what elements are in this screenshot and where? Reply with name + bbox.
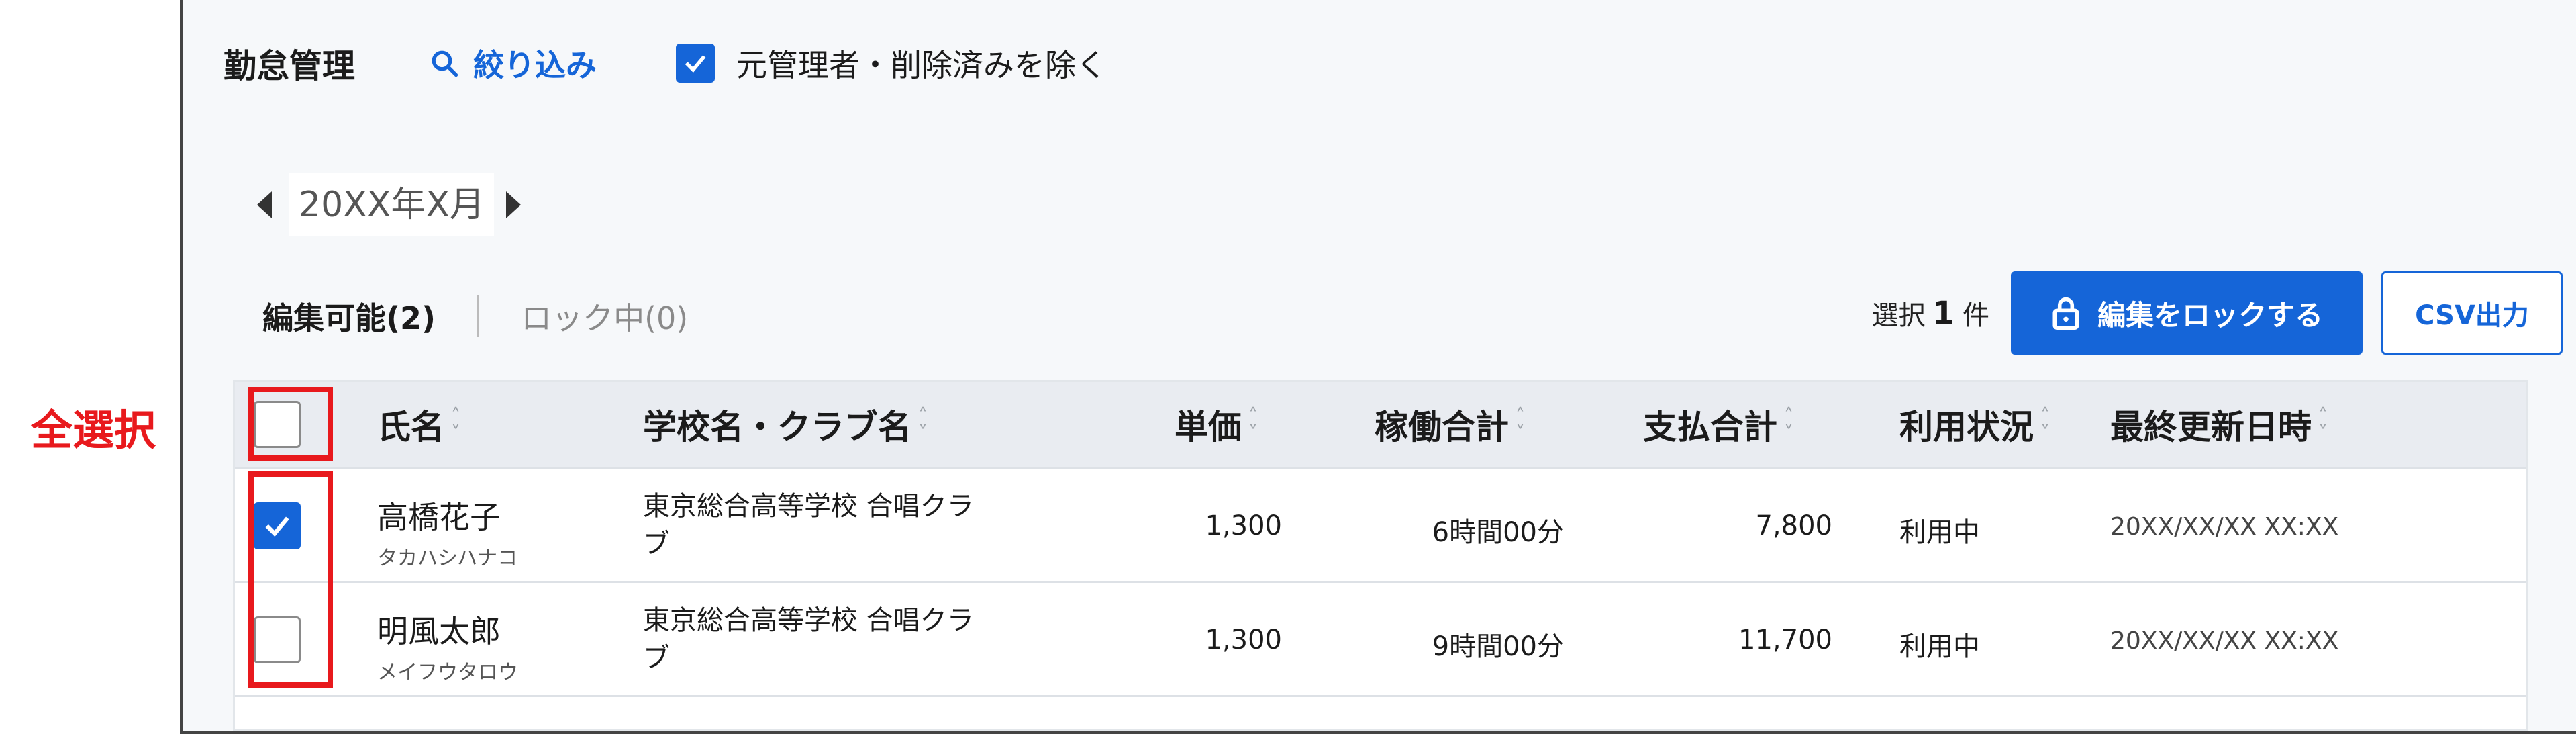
price-cell: 1,300 bbox=[1205, 510, 1282, 541]
tab-divider bbox=[477, 295, 480, 337]
name-kana: タカハシハナコ bbox=[377, 547, 518, 570]
csv-export-button[interactable]: CSV出力 bbox=[2381, 271, 2563, 355]
column-header-school[interactable]: 学校名・クラブ名 ˄ ˅ bbox=[643, 400, 928, 449]
selection-count: 選択 1 件 bbox=[1872, 293, 1989, 332]
price-cell: 1,300 bbox=[1205, 625, 1282, 655]
tab-locked[interactable]: ロック中(0) bbox=[521, 294, 688, 338]
hours-cell: 9時間00分 bbox=[1432, 631, 1564, 662]
lock-icon bbox=[2052, 297, 2079, 330]
month-label: 20XX年X月 bbox=[289, 173, 495, 236]
page-title: 勤怠管理 bbox=[224, 46, 356, 85]
status-cell: 利用中 bbox=[1899, 517, 1980, 548]
sort-icon[interactable]: ˄ ˅ bbox=[1248, 406, 1258, 443]
selection-prefix: 選択 bbox=[1871, 300, 1926, 331]
page-header: 勤怠管理 絞り込み 元管理者・削除済みを除く bbox=[224, 41, 1107, 85]
column-header-status[interactable]: 利用状況 ˄ ˅ bbox=[1899, 400, 2050, 449]
sort-icon[interactable]: ˄ ˅ bbox=[1516, 406, 1525, 443]
status-cell: 利用中 bbox=[1899, 631, 1980, 662]
total-cell: 7,800 bbox=[1755, 510, 1832, 541]
lock-editing-button[interactable]: 編集をロックする bbox=[2011, 271, 2363, 355]
checkmark-icon bbox=[685, 55, 706, 73]
row-checkbox-highlight-box bbox=[248, 471, 333, 688]
table-row[interactable]: 高橋花子 タカハシハナコ 東京総合高等学校 合唱クラ ブ 1,300 6時間00… bbox=[235, 467, 2526, 581]
sort-icon[interactable]: ˄ ˅ bbox=[1784, 406, 1793, 443]
name-kana: メイフウタロウ bbox=[377, 661, 518, 684]
column-header-hours[interactable]: 稼働合計 ˄ ˅ bbox=[1375, 400, 1525, 449]
school-cell: 東京総合高等学校 合唱クラ ブ bbox=[643, 488, 979, 563]
filter-button[interactable]: 絞り込み bbox=[430, 41, 597, 85]
school-line: 東京総合高等学校 合唱クラ bbox=[643, 605, 974, 636]
column-label: 単価 bbox=[1175, 408, 1242, 447]
name-cell: 高橋花子 タカハシハナコ bbox=[377, 493, 517, 571]
column-header-price[interactable]: 単価 ˄ ˅ bbox=[1175, 400, 1258, 449]
attendance-table: 氏名 ˄ ˅ 学校名・クラブ名 ˄ ˅ 単価 ˄ ˅ 稼働合計 ˄ ˅ 支払合計 ˄ ˅ 利用状況 ˄… bbox=[233, 380, 2528, 731]
tab-editable[interactable]: 編集可能(2) bbox=[262, 294, 436, 338]
lock-button-label: 編集をロックする bbox=[2097, 298, 2323, 332]
exclude-checkbox[interactable] bbox=[676, 44, 715, 83]
sort-icon[interactable]: ˄ ˅ bbox=[2318, 406, 2328, 443]
table-row-empty bbox=[235, 695, 2526, 729]
next-month-icon[interactable] bbox=[506, 191, 522, 218]
selection-suffix: 件 bbox=[1963, 300, 1989, 331]
school-line: ブ bbox=[643, 643, 670, 674]
table-row[interactable]: 明風太郎 メイフウタロウ 東京総合高等学校 合唱クラ ブ 1,300 9時間00… bbox=[235, 581, 2526, 695]
table-header: 氏名 ˄ ˅ 学校名・クラブ名 ˄ ˅ 単価 ˄ ˅ 稼働合計 ˄ ˅ 支払合計 ˄ ˅ 利用状況 ˄… bbox=[235, 382, 2526, 467]
school-line: 東京総合高等学校 合唱クラ bbox=[643, 491, 974, 522]
exclude-former-admins-toggle[interactable]: 元管理者・削除済みを除く bbox=[676, 41, 1107, 85]
school-cell: 東京総合高等学校 合唱クラ ブ bbox=[643, 602, 979, 677]
updated-cell: 20XX/XX/XX XX:XX bbox=[2110, 513, 2339, 541]
column-label: 支払合計 bbox=[1643, 408, 1777, 447]
name-text: 高橋花子 bbox=[377, 499, 501, 535]
column-label: 氏名 bbox=[377, 408, 444, 447]
hours-cell: 6時間00分 bbox=[1432, 517, 1564, 548]
name-text: 明風太郎 bbox=[377, 613, 501, 649]
status-tabs: 編集可能(2) ロック中(0) bbox=[262, 294, 688, 338]
sort-icon[interactable]: ˄ ˅ bbox=[2040, 406, 2050, 443]
name-cell: 明風太郎 メイフウタロウ bbox=[377, 607, 518, 685]
column-header-total[interactable]: 支払合計 ˄ ˅ bbox=[1643, 400, 1793, 449]
selection-number: 1 bbox=[1932, 295, 1954, 332]
column-header-name[interactable]: 氏名 ˄ ˅ bbox=[377, 400, 460, 449]
school-line: ブ bbox=[643, 529, 670, 559]
column-label: 利用状況 bbox=[1899, 408, 2034, 447]
sort-icon[interactable]: ˄ ˅ bbox=[451, 406, 460, 443]
exclude-label: 元管理者・削除済みを除く bbox=[736, 47, 1107, 83]
filter-label: 絞り込み bbox=[473, 47, 597, 83]
sort-icon[interactable]: ˄ ˅ bbox=[918, 406, 928, 443]
search-icon bbox=[432, 50, 458, 77]
column-label: 最終更新日時 bbox=[2110, 408, 2312, 447]
table-actions: 選択 1 件 編集をロックする CSV出力 bbox=[1872, 271, 2563, 355]
total-cell: 11,700 bbox=[1738, 625, 1832, 655]
select-all-annotation-label: 全選択 bbox=[31, 406, 156, 455]
prev-month-icon[interactable] bbox=[257, 191, 272, 218]
updated-cell: 20XX/XX/XX XX:XX bbox=[2110, 627, 2339, 655]
column-label: 稼働合計 bbox=[1375, 408, 1509, 447]
select-all-highlight-box bbox=[248, 387, 333, 461]
attendance-panel: 勤怠管理 絞り込み 元管理者・削除済みを除く 20XX年X月 編集可能(2) ロ… bbox=[180, 0, 2576, 734]
column-label: 学校名・クラブ名 bbox=[643, 408, 911, 447]
column-header-updated[interactable]: 最終更新日時 ˄ ˅ bbox=[2110, 400, 2328, 449]
month-navigator: 20XX年X月 bbox=[257, 173, 522, 236]
